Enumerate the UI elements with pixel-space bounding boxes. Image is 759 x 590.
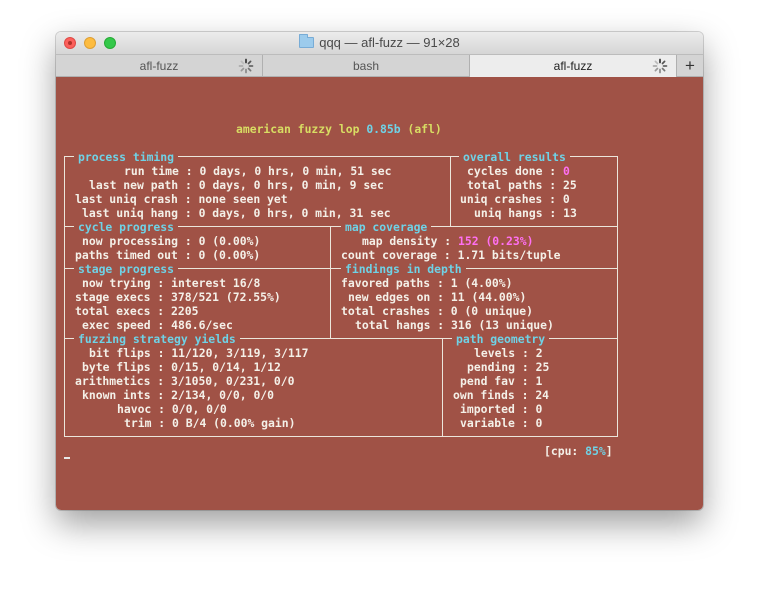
favored-paths-row: favored paths : 1 (4.00%) [341, 276, 513, 290]
tab-label: bash [352, 59, 380, 73]
banner: american fuzzy lop 0.85b (afl) [236, 122, 442, 136]
folder-icon [299, 34, 315, 48]
tab-label: afl-fuzz [553, 59, 593, 73]
cycle-progress-header: cycle progress [74, 220, 179, 234]
map-coverage-header: map coverage [341, 220, 432, 234]
overall-results-header: overall results [459, 150, 570, 164]
levels-row: levels : 2 [474, 346, 543, 360]
uniq-crashes-row: uniq crashes : 0 [460, 192, 570, 206]
exec-speed-row: exec speed : 486.6/sec [82, 318, 233, 332]
banner-version: 0.85b [366, 122, 401, 136]
window-title: qqq — afl-fuzz — 91×28 [319, 35, 460, 50]
tab-afl-fuzz-1[interactable]: afl-fuzz [56, 55, 263, 77]
new-edges-on-row: new edges on : 11 (44.00%) [348, 290, 527, 304]
terminal-window: qqq — afl-fuzz — 91×28 afl-fuzz bash afl… [56, 32, 703, 510]
total-paths-row: total paths : 25 [467, 178, 577, 192]
total-crashes-row: total crashes : 0 (0 unique) [341, 304, 534, 318]
tab-label: afl-fuzz [139, 59, 179, 73]
new-tab-button[interactable]: + [677, 55, 703, 77]
count-coverage-row: count coverage : 1.71 bits/tuple [341, 248, 561, 262]
cpu-indicator: [cpu: 85%] [544, 444, 613, 458]
activity-spinner-icon [652, 58, 668, 74]
banner-app: american fuzzy lop [236, 122, 360, 136]
tab-bash[interactable]: bash [263, 55, 470, 77]
stage-execs-row: stage execs : 378/521 (72.55%) [75, 290, 281, 304]
now-processing-row: now processing : 0 (0.00%) [82, 234, 261, 248]
stage-progress-header: stage progress [74, 262, 179, 276]
pending-row: pending : 25 [467, 360, 550, 374]
terminal-content[interactable]: american fuzzy lop 0.85b (afl) process t… [56, 77, 703, 510]
byte-flips-row: byte flips : 0/15, 0/14, 1/12 [82, 360, 281, 374]
activity-spinner-icon [238, 58, 254, 74]
tab-afl-fuzz-2[interactable]: afl-fuzz [470, 55, 677, 77]
bit-flips-row: bit flips : 11/120, 3/119, 3/117 [89, 346, 309, 360]
last-uniq-crash-row: last uniq crash : none seen yet [75, 192, 288, 206]
trim-row: trim : 0 B/4 (0.00% gain) [124, 416, 296, 430]
process-timing-header: process timing [74, 150, 179, 164]
fuzzing-strategy-yields-header: fuzzing strategy yields [74, 332, 240, 346]
cycles-done-row: cycles done : 0 [467, 164, 570, 178]
path-geometry-header: path geometry [452, 332, 550, 346]
own-finds-row: own finds : 24 [453, 388, 550, 402]
variable-row: variable : 0 [460, 416, 543, 430]
window-title-area: qqq — afl-fuzz — 91×28 [56, 34, 703, 50]
havoc-row: havoc : 0/0, 0/0 [117, 402, 227, 416]
arithmetics-row: arithmetics : 3/1050, 0/231, 0/0 [75, 374, 295, 388]
last-new-path-row: last new path : 0 days, 0 hrs, 0 min, 9 … [89, 178, 384, 192]
imported-row: imported : 0 [460, 402, 543, 416]
run-time-row: run time : 0 days, 0 hrs, 0 min, 51 sec [124, 164, 392, 178]
title-bar[interactable]: qqq — afl-fuzz — 91×28 [56, 32, 703, 54]
terminal-cursor [64, 457, 70, 459]
findings-in-depth-header: findings in depth [341, 262, 466, 276]
map-density-row: map density : 152 (0.23%) [362, 234, 534, 248]
pend-fav-row: pend fav : 1 [460, 374, 543, 388]
uniq-hangs-row: uniq hangs : 13 [474, 206, 577, 220]
paths-timed-out-row: paths timed out : 0 (0.00%) [75, 248, 261, 262]
total-hangs-row: total hangs : 316 (13 unique) [355, 318, 554, 332]
last-uniq-hang-row: last uniq hang : 0 days, 0 hrs, 0 min, 3… [82, 206, 391, 220]
tab-bar: afl-fuzz bash afl-fuzz + [56, 54, 703, 77]
known-ints-row: known ints : 2/134, 0/0, 0/0 [82, 388, 275, 402]
banner-target: (afl) [407, 122, 442, 136]
total-execs-row: total execs : 2205 [75, 304, 199, 318]
now-trying-row: now trying : interest 16/8 [82, 276, 261, 290]
